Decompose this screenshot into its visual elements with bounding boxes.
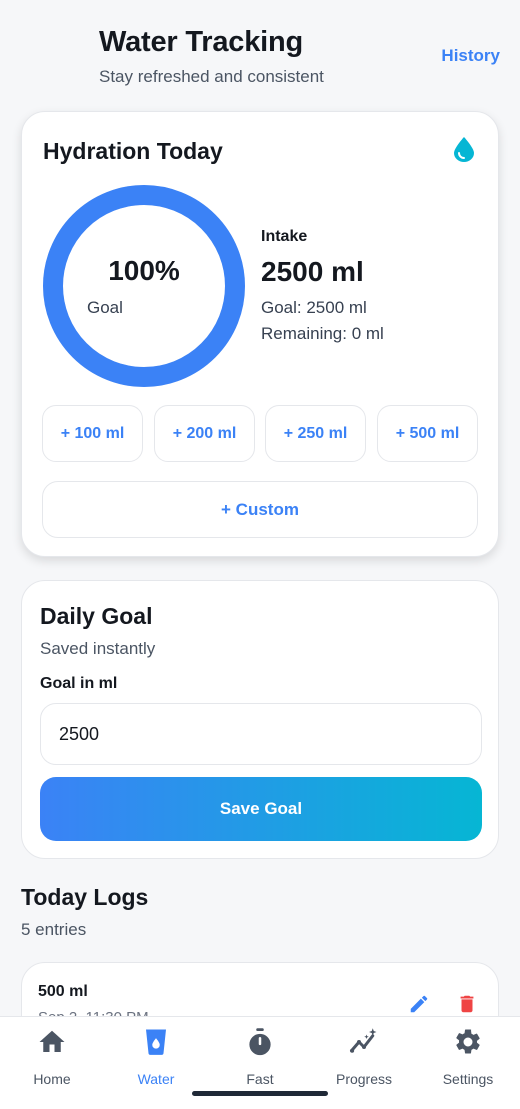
page-title: Water Tracking xyxy=(99,26,304,58)
nav-label-home: Home xyxy=(33,1071,71,1087)
log-amount: 500 ml xyxy=(38,983,88,1000)
daily-goal-title: Daily Goal xyxy=(40,603,153,629)
goal-input[interactable] xyxy=(40,703,482,765)
stopwatch-icon xyxy=(249,1028,271,1056)
hydration-title: Hydration Today xyxy=(43,138,223,164)
page-subtitle: Stay refreshed and consistent xyxy=(99,67,324,86)
progress-label: Goal xyxy=(87,298,123,317)
nav-item-progress[interactable]: Progress xyxy=(312,1027,416,1091)
nav-label-settings: Settings xyxy=(442,1071,494,1087)
add-200-button[interactable]: + 200 ml xyxy=(154,405,255,462)
intake-value: 2500 ml xyxy=(261,256,364,287)
header: Water Tracking Stay refreshed and consis… xyxy=(0,0,520,100)
nav-label-water: Water xyxy=(137,1071,175,1087)
save-goal-button[interactable]: Save Goal xyxy=(40,777,482,841)
nav-item-water[interactable]: Water xyxy=(104,1027,208,1091)
nav-item-settings[interactable]: Settings xyxy=(416,1027,520,1091)
history-link[interactable]: History xyxy=(441,46,500,66)
water-glass-icon xyxy=(146,1029,166,1055)
intake-goal: Goal: 2500 ml xyxy=(261,298,367,317)
intake-label: Intake xyxy=(261,228,308,245)
nav-label-fast: Fast xyxy=(246,1071,274,1087)
add-500-button[interactable]: + 500 ml xyxy=(377,405,478,462)
progress-percent: 100% xyxy=(108,255,180,286)
trash-icon[interactable] xyxy=(456,992,478,1016)
daily-goal-card: Daily Goal Saved instantly Goal in ml Sa… xyxy=(21,580,499,859)
nav-item-home[interactable]: Home xyxy=(0,1027,104,1091)
daily-goal-subtitle: Saved instantly xyxy=(40,639,156,658)
intake-remaining: Remaining: 0 ml xyxy=(261,324,384,343)
progress-chart-icon xyxy=(350,1028,377,1053)
water-drop-icon xyxy=(454,137,474,162)
add-100-button[interactable]: + 100 ml xyxy=(42,405,143,462)
nav-item-fast[interactable]: Fast xyxy=(208,1027,312,1091)
pencil-icon[interactable] xyxy=(408,993,430,1015)
nav-label-progress: Progress xyxy=(335,1071,393,1087)
home-icon xyxy=(39,1030,65,1052)
today-logs-title: Today Logs xyxy=(21,884,149,910)
water-tracking-screen: Water Tracking Stay refreshed and consis… xyxy=(0,0,520,1109)
today-logs-count: 5 entries xyxy=(21,920,87,939)
add-custom-button[interactable]: + Custom xyxy=(42,481,478,538)
gear-icon xyxy=(456,1029,480,1054)
home-indicator xyxy=(192,1091,328,1096)
add-250-button[interactable]: + 250 ml xyxy=(265,405,366,462)
goal-field-label: Goal in ml xyxy=(40,675,118,692)
hydration-card: Hydration Today 100% Goal Intake 2500 ml… xyxy=(21,111,499,557)
